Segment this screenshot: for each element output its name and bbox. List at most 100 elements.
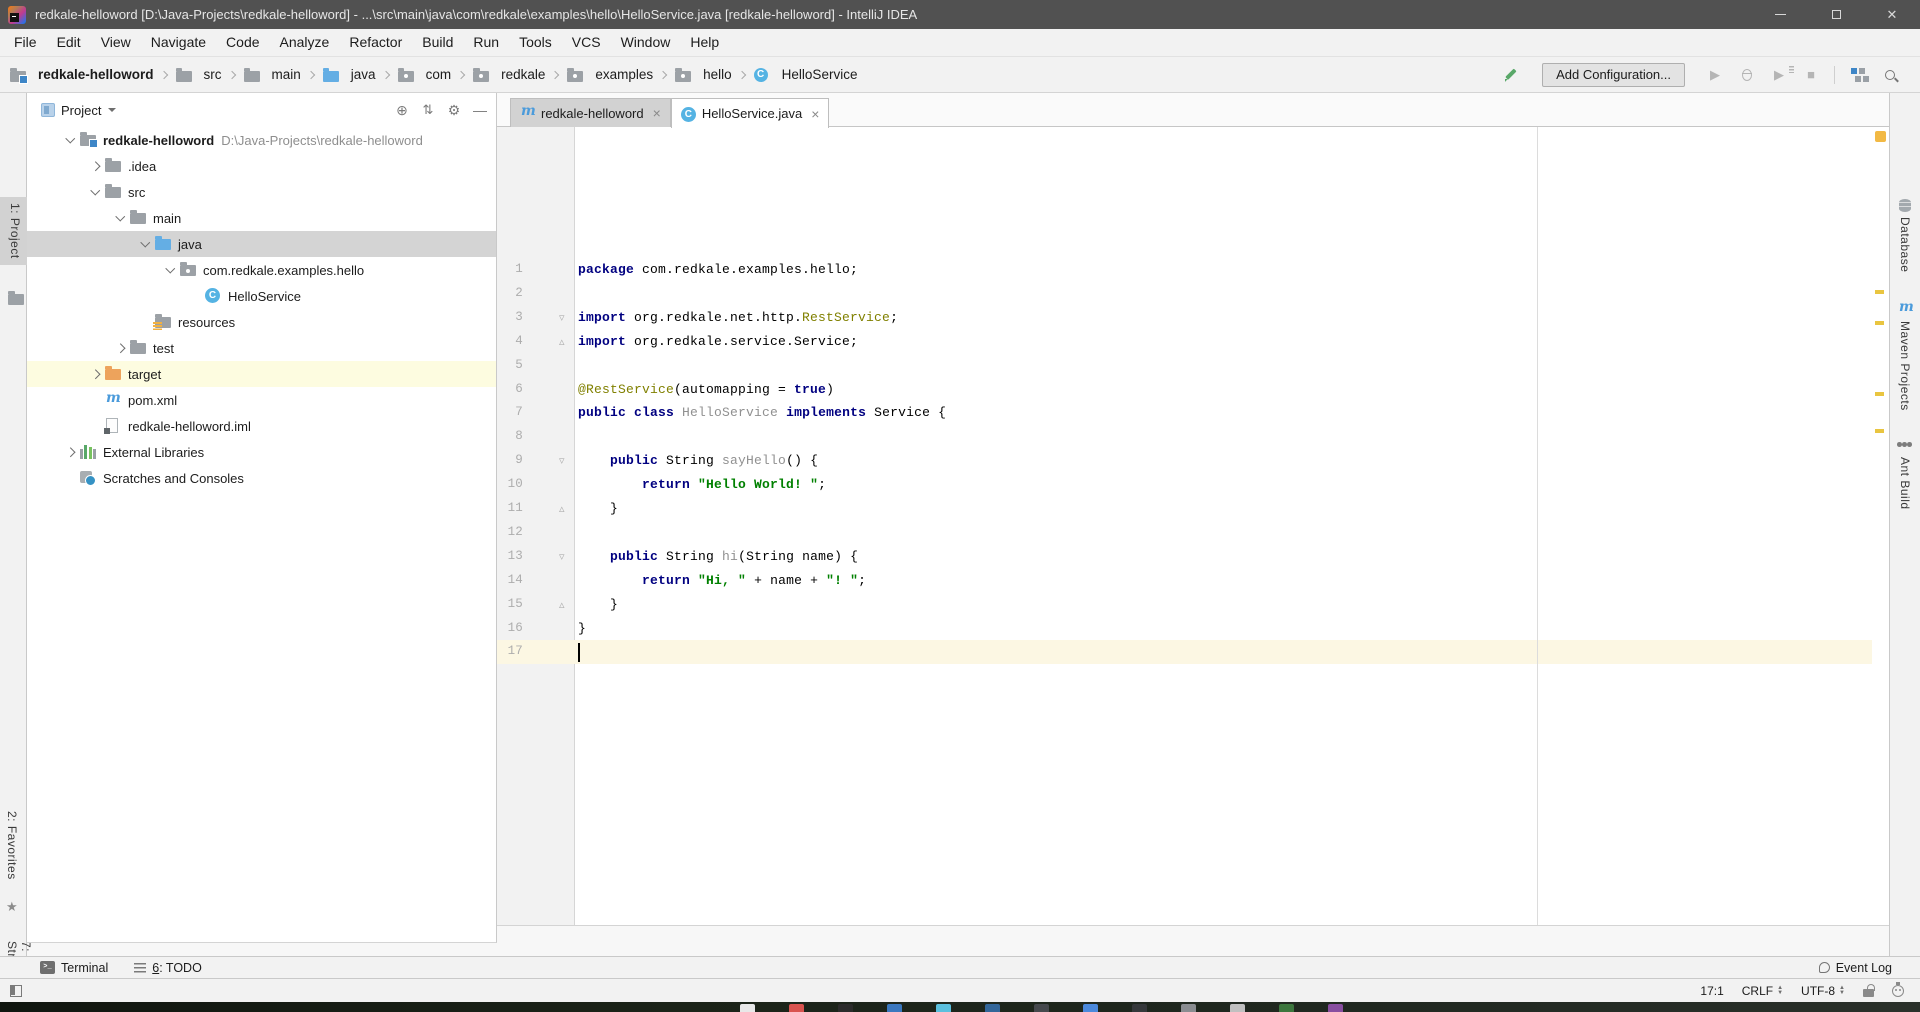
add-configuration-button[interactable]: Add Configuration... <box>1542 63 1685 87</box>
tree-row[interactable]: Scratches and Consoles <box>27 465 496 491</box>
search-everywhere-icon[interactable] <box>1879 64 1901 86</box>
toolwindow-button-project[interactable]: 1: Project <box>0 197 27 265</box>
chevron-right-icon[interactable] <box>85 163 105 170</box>
tree-row[interactable]: target <box>27 361 496 387</box>
tree-row[interactable]: java <box>27 231 496 257</box>
code-line-15[interactable]: 15▵ } <box>497 593 1877 617</box>
chevron-down-icon[interactable] <box>135 242 155 246</box>
menu-item-window[interactable]: Window <box>611 29 681 56</box>
run-with-coverage-icon[interactable]: ▶ <box>1768 64 1790 86</box>
code-line-4[interactable]: 4▵import org.redkale.service.Service; <box>497 330 1877 354</box>
menu-item-navigate[interactable]: Navigate <box>141 29 216 56</box>
menu-item-vcs[interactable]: VCS <box>562 29 611 56</box>
menu-item-view[interactable]: View <box>91 29 141 56</box>
close-tab-icon[interactable]: × <box>653 106 661 120</box>
debug-icon[interactable] <box>1736 64 1758 86</box>
breadcrumb-item-redkale[interactable]: redkale <box>473 67 547 82</box>
toolwindow-button-ant-build[interactable]: Ant Build <box>1898 457 1912 510</box>
close-tab-icon[interactable]: × <box>811 107 819 121</box>
tree-row[interactable]: CHelloService <box>27 283 496 309</box>
code-line-16[interactable]: 16} <box>497 617 1877 641</box>
tree-row[interactable]: .idea <box>27 153 496 179</box>
code-line-8[interactable]: 8 <box>497 425 1877 449</box>
fold-marker-icon[interactable]: ▿ <box>559 449 565 473</box>
code-line-9[interactable]: 9▿ public String sayHello() { <box>497 449 1877 473</box>
fold-marker-icon[interactable]: ▵ <box>559 497 565 521</box>
breadcrumb-item-hello[interactable]: hello <box>675 67 734 82</box>
menu-item-run[interactable]: Run <box>463 29 509 56</box>
toolwindow-toggle-icon[interactable] <box>10 985 22 997</box>
breadcrumb-item-helloservice[interactable]: CHelloService <box>754 67 860 82</box>
breadcrumb-item-com[interactable]: com <box>398 67 454 82</box>
breadcrumb-item-src[interactable]: src <box>176 67 224 82</box>
project-structure-icon[interactable] <box>1847 64 1869 86</box>
tree-row[interactable]: mpom.xml <box>27 387 496 413</box>
code-line-7[interactable]: 7public class HelloService implements Se… <box>497 401 1877 425</box>
breadcrumb-item-java[interactable]: java <box>323 67 378 82</box>
code-line-11[interactable]: 11▵ } <box>497 497 1877 521</box>
code-line-2[interactable]: 2 <box>497 282 1877 306</box>
chevron-right-icon[interactable] <box>110 345 130 352</box>
tree-row[interactable]: redkale-helloword.iml <box>27 413 496 439</box>
toolwindow-button-event-log[interactable]: Event Log <box>1819 961 1892 975</box>
tree-row[interactable]: resources <box>27 309 496 335</box>
chevron-down-icon[interactable] <box>85 190 105 194</box>
chevron-right-icon[interactable] <box>85 371 105 378</box>
collapse-all-icon[interactable]: ⇅ <box>415 102 441 118</box>
toolwindow-button-maven-projects[interactable]: Maven Projects <box>1898 321 1912 411</box>
code-line-14[interactable]: 14 return "Hi, " + name + "! "; <box>497 569 1877 593</box>
tree-row[interactable]: main <box>27 205 496 231</box>
code-line-13[interactable]: 13▿ public String hi(String name) { <box>497 545 1877 569</box>
code-line-6[interactable]: 6@RestService(automapping = true) <box>497 378 1877 402</box>
chevron-down-icon[interactable] <box>110 216 130 220</box>
fold-marker-icon[interactable]: ▵ <box>559 330 565 354</box>
tree-row[interactable]: src <box>27 179 496 205</box>
project-panel-title[interactable]: Project <box>61 103 101 118</box>
line-separator-widget[interactable]: CRLF▲▼ <box>1742 984 1783 998</box>
locate-file-icon[interactable]: ⊕ <box>389 102 415 119</box>
edit-configurations-pencil-icon[interactable] <box>1499 64 1521 86</box>
fold-marker-icon[interactable]: ▿ <box>559 545 565 569</box>
star-icon[interactable]: ★ <box>6 899 18 915</box>
encoding-widget[interactable]: UTF-8▲▼ <box>1801 984 1845 998</box>
code-line-3[interactable]: 3▿import org.redkale.net.http.RestServic… <box>497 306 1877 330</box>
chevron-right-icon[interactable] <box>60 449 80 456</box>
code-line-10[interactable]: 10 return "Hello World! "; <box>497 473 1877 497</box>
run-icon[interactable]: ▶ <box>1704 64 1726 86</box>
toolwindow-button-database[interactable]: Database <box>1898 217 1912 272</box>
tree-row[interactable]: External Libraries <box>27 439 496 465</box>
tree-row[interactable]: com.redkale.examples.hello <box>27 257 496 283</box>
toolwindow-button-favorites[interactable]: 2: Favorites <box>5 811 19 880</box>
chevron-down-icon[interactable] <box>60 138 80 142</box>
code-line-17[interactable]: 17 <box>497 640 1877 664</box>
gear-icon[interactable]: ⚙ <box>441 102 467 119</box>
caret-position-widget[interactable]: 17:1 <box>1700 984 1723 998</box>
code-line-5[interactable]: 5 <box>497 354 1877 378</box>
editor-tab-redkale-helloword[interactable]: mredkale-helloword× <box>510 98 671 127</box>
fold-marker-icon[interactable]: ▿ <box>559 306 565 330</box>
menu-item-help[interactable]: Help <box>680 29 729 56</box>
editor-tab-helloservice.java[interactable]: CHelloService.java× <box>671 98 830 128</box>
code-line-12[interactable]: 12 <box>497 521 1877 545</box>
breadcrumb-item-examples[interactable]: examples <box>567 67 655 82</box>
minimize-button[interactable] <box>1752 0 1808 29</box>
toolwindow-button-terminal[interactable]: >_ Terminal <box>40 961 108 975</box>
close-button[interactable]: ✕ <box>1864 0 1920 29</box>
menu-item-refactor[interactable]: Refactor <box>339 29 412 56</box>
menu-item-code[interactable]: Code <box>216 29 269 56</box>
toolwindow-button-todo[interactable]: 6: TODO <box>134 961 202 975</box>
stop-icon[interactable]: ■ <box>1800 64 1822 86</box>
unlock-icon[interactable] <box>1863 989 1874 997</box>
hector-inspection-icon[interactable] <box>1892 985 1904 997</box>
code-line-1[interactable]: 1package com.redkale.examples.hello; <box>497 258 1877 282</box>
menu-item-analyze[interactable]: Analyze <box>270 29 340 56</box>
menu-item-tools[interactable]: Tools <box>509 29 562 56</box>
hide-panel-icon[interactable]: — <box>467 102 493 118</box>
tree-row[interactable]: test <box>27 335 496 361</box>
menu-item-build[interactable]: Build <box>412 29 463 56</box>
maximize-button[interactable] <box>1808 0 1864 29</box>
tree-row[interactable]: redkale-hellowordD:\Java-Projects\redkal… <box>27 127 496 153</box>
breadcrumb-item-redkale-helloword[interactable]: redkale-helloword <box>10 67 156 82</box>
menu-item-edit[interactable]: Edit <box>47 29 91 56</box>
code-editor[interactable]: 1package com.redkale.examples.hello;23▿i… <box>497 127 1889 926</box>
